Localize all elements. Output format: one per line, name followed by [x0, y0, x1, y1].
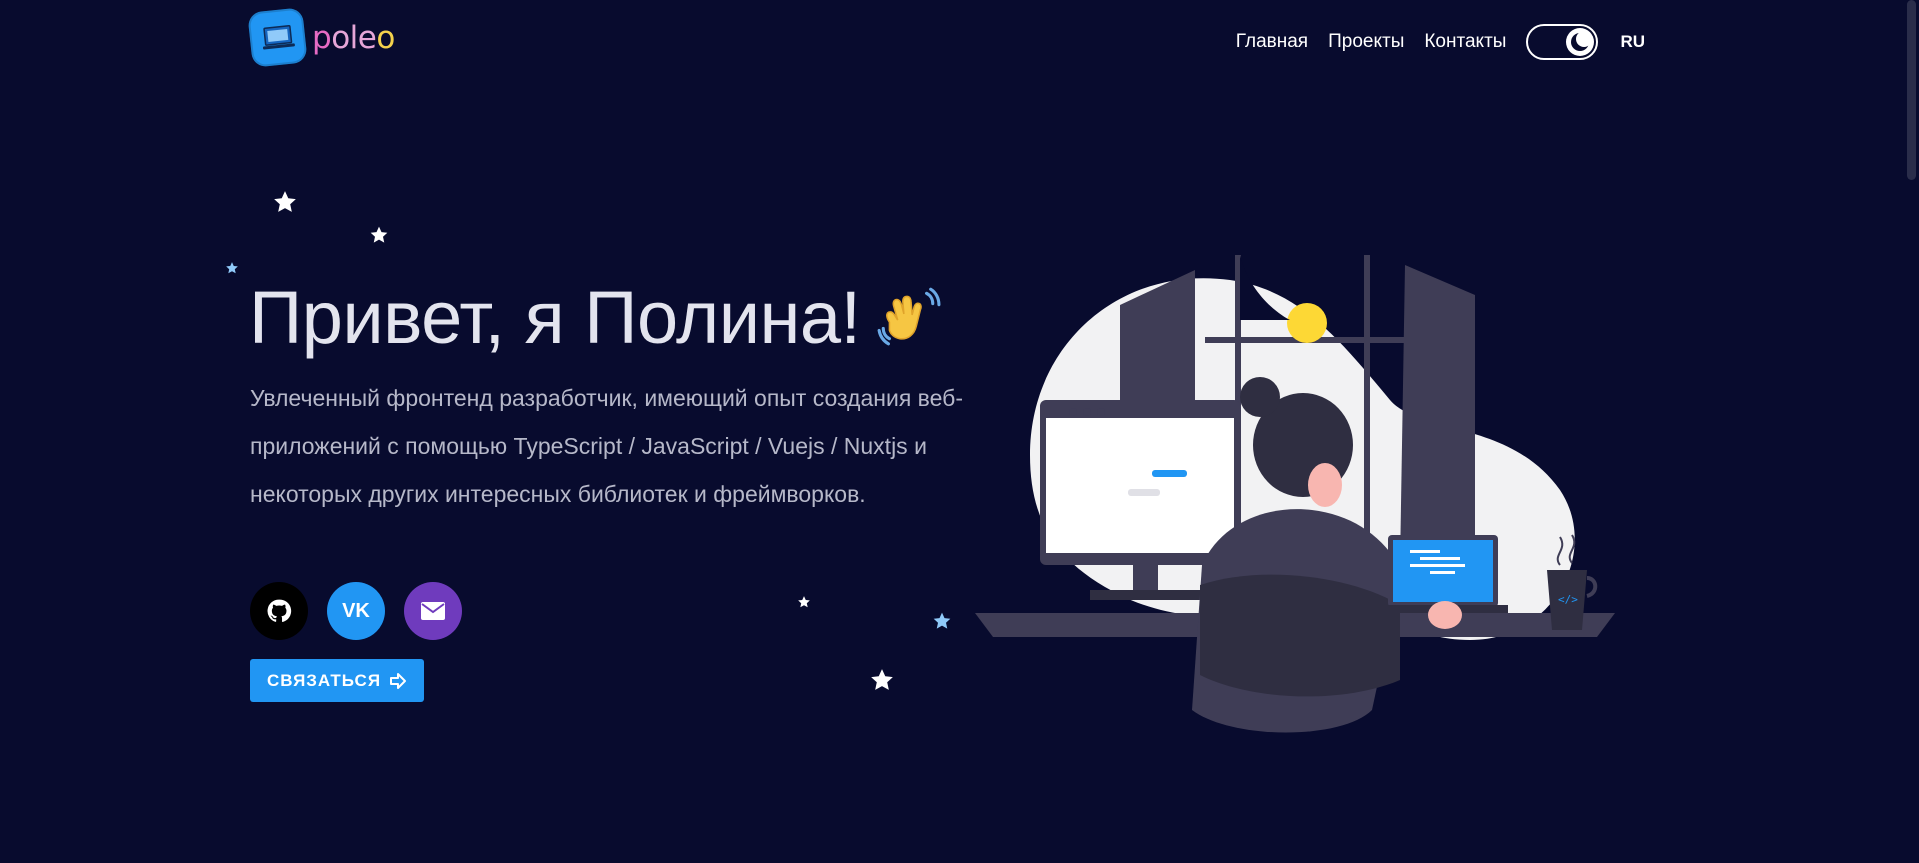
- nav-item-contacts[interactable]: Контакты: [1424, 31, 1506, 53]
- laptop-icon: [247, 7, 308, 68]
- moon-icon: [1566, 28, 1595, 56]
- logo-text: poleo: [312, 19, 395, 56]
- main-nav: Главная Проекты Контакты RU: [1236, 24, 1645, 60]
- theme-toggle[interactable]: [1526, 24, 1599, 60]
- arrow-right-icon: [390, 672, 407, 689]
- star-icon: [370, 226, 388, 243]
- vk-link[interactable]: VK: [327, 582, 385, 640]
- github-link[interactable]: [250, 582, 308, 640]
- contact-button[interactable]: СВЯЗАТЬСЯ: [250, 659, 424, 702]
- nav-item-projects[interactable]: Проекты: [1328, 31, 1404, 53]
- star-icon: [871, 669, 893, 690]
- star-icon: [274, 191, 296, 212]
- scrollbar[interactable]: [1904, 0, 1919, 863]
- email-link[interactable]: [404, 582, 462, 640]
- vk-label: VK: [342, 599, 370, 622]
- github-icon: [267, 599, 292, 622]
- hero-description: Увлеченный фронтенд разработчик, имеющий…: [250, 385, 963, 507]
- social-links: VK: [250, 582, 481, 640]
- header: poleo Главная Проекты Контакты RU: [0, 0, 1919, 76]
- hero-title: Привет, я Полина!: [249, 275, 941, 366]
- developer-illustration: </>: [975, 255, 1615, 733]
- star-icon: [933, 612, 951, 629]
- language-switch[interactable]: RU: [1620, 32, 1645, 52]
- contact-button-label: СВЯЗАТЬСЯ: [266, 670, 382, 690]
- svg-text:</>: </>: [1558, 593, 1578, 606]
- star-icon: [226, 262, 238, 274]
- logo[interactable]: poleo: [247, 7, 395, 68]
- star-icon: [798, 596, 810, 608]
- mail-icon: [421, 602, 445, 620]
- nav-item-home[interactable]: Главная: [1236, 31, 1308, 53]
- scrollbar-thumb[interactable]: [1907, 0, 1916, 180]
- waving-hand-icon: [875, 281, 941, 366]
